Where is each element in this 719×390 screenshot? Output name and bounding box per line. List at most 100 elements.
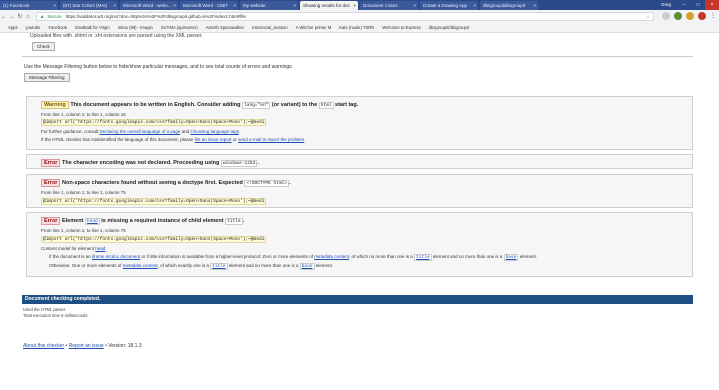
menu-icon[interactable]: ⋮ [710, 12, 716, 19]
content-model-text: or if title information is available fro… [141, 254, 313, 259]
metadata-content-link[interactable]: metadata content [123, 263, 158, 268]
check-button[interactable]: Check [32, 42, 55, 51]
head-spec-link[interactable]: head [95, 246, 105, 251]
file-issue-link[interactable]: file an issue report [195, 137, 232, 142]
bookmark-item[interactable]: Apps [8, 25, 18, 30]
extension-icon[interactable] [674, 12, 682, 20]
bookmark-item[interactable]: Smalltalk for Virgin [75, 25, 110, 30]
profile-name[interactable]: Greg [661, 0, 671, 10]
misdetect-text: or [232, 137, 237, 142]
content-model-text: Content model for element [41, 246, 95, 251]
title-element-link[interactable]: title [414, 254, 432, 261]
bookmark-item[interactable]: SUYMA (apiHunter) [161, 25, 198, 30]
execution-time: Total execution time 5 milliseconds. [23, 313, 89, 318]
tab-label: (1) Facebook [3, 3, 30, 8]
head-element-link[interactable]: head [84, 218, 100, 225]
error-label: Error [41, 159, 61, 167]
close-window-icon[interactable]: × [705, 0, 719, 10]
bookmark-item[interactable]: A Witcher primer M [296, 25, 332, 30]
message-title: Warning This document appears to be writ… [41, 101, 358, 109]
browser-tab[interactable]: My website × [240, 1, 298, 10]
close-tab-icon[interactable]: × [53, 1, 56, 10]
bookmark-item[interactable]: Kale (nuole) TSRN [339, 25, 374, 30]
minimize-icon[interactable]: – [677, 0, 691, 10]
about-checker-link[interactable]: About this checker [23, 343, 64, 349]
tab-label: Microsoft Word - CMIT [183, 3, 229, 8]
content-model-text: , of which exactly one is a [157, 263, 209, 268]
title-element-link[interactable]: title [210, 263, 228, 270]
window-controls: – □ × [677, 0, 719, 10]
parser-used: Used the HTML parser. [23, 307, 67, 312]
extension-icon[interactable] [662, 12, 670, 20]
secure-label: Secure [47, 14, 62, 19]
home-icon[interactable]: ⌂ [24, 14, 32, 20]
bookmark-item[interactable]: Welcome to Express [382, 25, 420, 30]
tab-label: Microsoft Word - webs... [123, 3, 172, 8]
close-tab-icon[interactable]: × [173, 1, 176, 10]
base-element-link[interactable]: base [503, 254, 519, 261]
title-text: start tag. [335, 102, 359, 108]
title-text: The character encoding was not declared.… [61, 160, 220, 166]
back-icon[interactable]: ← [0, 14, 8, 20]
bookmark-item[interactable]: Intersocial_session [252, 25, 288, 30]
browser-tab[interactable]: (1) Facebook × [0, 1, 58, 10]
content-model-text: element. [519, 254, 537, 259]
close-tab-icon[interactable]: × [533, 1, 536, 10]
bookmark-item[interactable]: youtube [26, 25, 41, 30]
tab-label: dbsgroupitdbsgroupit [483, 3, 526, 8]
title-text: (or variant) to the [271, 102, 318, 108]
browser-tab[interactable]: Document Colors × [360, 1, 418, 10]
content-model-text: If the document is an [49, 254, 91, 259]
code-snippet: <!DOCTYPE html> [244, 180, 289, 187]
tab-label: Showing results for doc [303, 3, 350, 8]
version-text: • Version: 18.1.3 [105, 343, 142, 349]
maximize-icon[interactable]: □ [691, 0, 705, 10]
report-issue-link[interactable]: Report an issue [69, 343, 104, 349]
lock-icon: 🔒︎ [41, 14, 44, 19]
close-tab-icon[interactable]: × [293, 1, 296, 10]
metadata-content-link[interactable]: metadata content [314, 254, 349, 259]
extension-icon[interactable] [686, 12, 694, 20]
forward-icon[interactable]: → [8, 14, 16, 20]
reload-icon[interactable]: ↻ [16, 13, 24, 20]
content-model-text: element. [315, 263, 334, 268]
code-snippet: windows-1252 [220, 160, 258, 167]
browser-tab-strip: (1) Facebook × (67) Star Colors (MAI) × Mi… [0, 0, 719, 10]
choosing-language-tags-link[interactable]: Choosing language tags [190, 129, 239, 134]
browser-tab[interactable]: dbsgroupitdbsgroupit × [480, 1, 538, 10]
star-icon[interactable]: ☆ [646, 13, 650, 20]
title-text: Element [61, 218, 84, 224]
guidance-line: For further guidance, consult Declaring … [41, 129, 239, 134]
parser-note: Uploaded files with .xhtml or .xht exten… [30, 33, 203, 39]
close-tab-icon[interactable]: × [233, 1, 236, 10]
browser-tab[interactable]: (67) Star Colors (MAI) × [60, 1, 118, 10]
close-tab-icon[interactable]: × [473, 1, 476, 10]
bookmarks-bar: Apps youtube Facebook Smalltalk for Virg… [0, 23, 719, 33]
base-element-link[interactable]: base [299, 263, 315, 270]
close-tab-icon[interactable]: × [353, 1, 356, 10]
message-filtering-button[interactable]: Message Filtering [24, 73, 70, 82]
close-tab-icon[interactable]: × [413, 1, 416, 10]
bookmark-item[interactable]: Facebook [48, 25, 66, 30]
iframe-srcdoc-link[interactable]: iframe srcdoc document [92, 254, 140, 259]
title-text: . [257, 160, 259, 166]
bookmark-item[interactable]: Inbox (99) - Imagin [118, 25, 153, 30]
close-tab-icon[interactable]: × [113, 1, 116, 10]
browser-tab[interactable]: Microsoft Word - CMIT × [180, 1, 238, 10]
browser-tab-active[interactable]: Showing results for doc × [300, 1, 358, 10]
url-input[interactable]: 🔒︎ Secure https://validator.w3.org/nu/?doc… [36, 12, 654, 21]
code-snippet: html [318, 102, 334, 109]
declaring-language-link[interactable]: Declaring the overall language of a page [100, 129, 181, 134]
error-label: Error [41, 179, 61, 187]
browser-tab[interactable]: Microsoft Word - webs... × [120, 1, 178, 10]
code-snippet: title [225, 218, 243, 225]
title-text: . [288, 180, 291, 186]
bookmark-item[interactable]: Asterth Spacewalker [206, 25, 244, 30]
extension-icon[interactable] [698, 12, 706, 20]
content-model-text: , of which no more than one is a [348, 254, 413, 259]
divider [22, 56, 693, 57]
message-error-doctype: Error Non-space characters found without… [26, 174, 693, 208]
browser-tab[interactable]: Create a Drawing App × [420, 1, 478, 10]
bookmark-item[interactable]: dbsgroupit/dbsgroupit [429, 25, 469, 30]
send-email-link[interactable]: send e-mail to report the problem [238, 137, 304, 142]
